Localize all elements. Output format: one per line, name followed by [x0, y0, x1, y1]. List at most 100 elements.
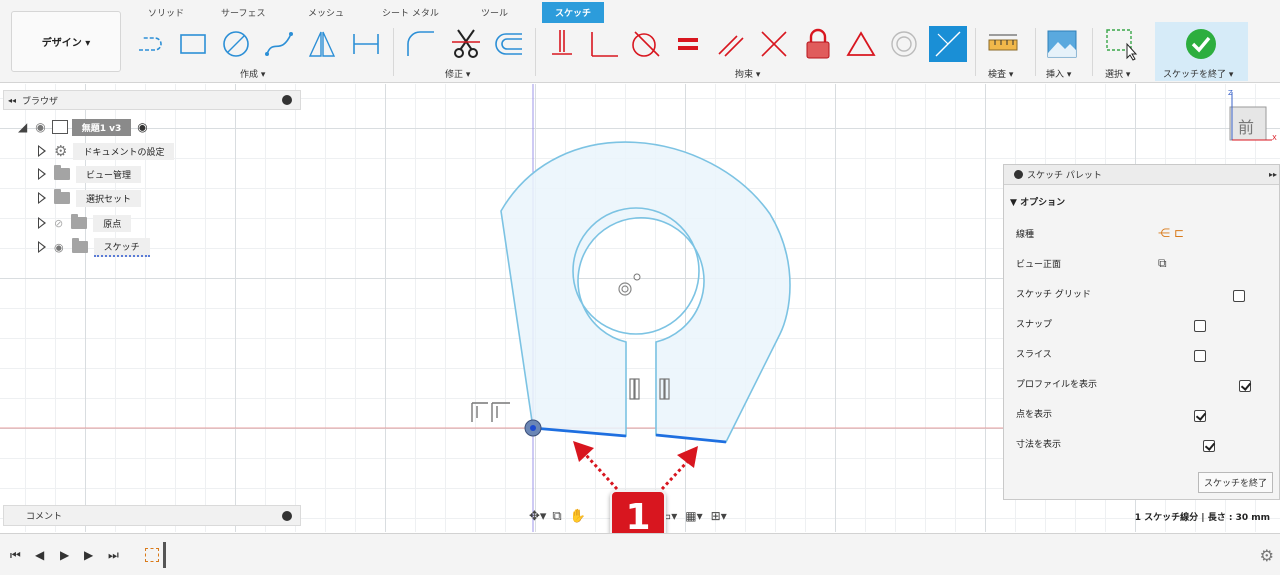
browser-root[interactable]: ◢ ◉ 無題1 v3 ◉: [18, 117, 148, 137]
create-group-label[interactable]: 作成 ▾: [240, 67, 265, 80]
tree-label: ビュー管理: [76, 165, 142, 183]
coincident-constraint-icon[interactable]: [587, 27, 621, 61]
finish-sketch-label[interactable]: スケッチを終了 ▾: [1163, 67, 1233, 80]
fillet-tool-icon[interactable]: [403, 27, 437, 61]
expand-triangle-icon[interactable]: [38, 145, 46, 157]
constraints-group-label[interactable]: 拘束 ▾: [735, 67, 760, 80]
browser-header[interactable]: ◂◂ ブラウザ: [3, 90, 301, 110]
palette-header[interactable]: スケッチ パレット ▸▸: [1004, 165, 1279, 185]
orbit-icon[interactable]: ✥▾: [529, 509, 546, 524]
tab-surface[interactable]: サーフェス: [221, 6, 265, 19]
browser-minimize-icon[interactable]: [282, 95, 292, 105]
linetype-icon[interactable]: ⋲ ⊏: [1158, 226, 1184, 240]
spline-tool-icon[interactable]: [262, 27, 296, 61]
viewcube-z-label: Z: [1228, 89, 1233, 97]
timeline-settings-gear-icon[interactable]: ⚙: [1260, 546, 1274, 565]
comments-bar[interactable]: コメント: [3, 505, 301, 526]
timeline-last-icon[interactable]: ⏭: [108, 548, 119, 563]
select-box-icon[interactable]: [1104, 27, 1138, 61]
browser-item-document-settings[interactable]: ⚙ ドキュメントの設定: [38, 141, 175, 161]
visibility-eye-icon[interactable]: ◉: [54, 241, 64, 254]
insert-group-label[interactable]: 挿入 ▾: [1046, 67, 1071, 80]
row-label: 寸法を表示: [1016, 439, 1062, 450]
look-at-icon[interactable]: ⧉: [552, 509, 561, 524]
browser-item-origin[interactable]: ⊘ 原点: [38, 213, 132, 233]
palette-row-snap: スナップ: [1016, 313, 1266, 333]
expand-triangle-icon[interactable]: [38, 241, 46, 253]
options-section-header[interactable]: ▼ オプション: [1010, 195, 1065, 208]
offset-tool-icon[interactable]: [491, 27, 525, 61]
show-dimensions-checkbox[interactable]: [1203, 440, 1216, 452]
component-icon: [51, 120, 68, 134]
expand-triangle-icon[interactable]: [38, 168, 46, 180]
browser-item-selection-sets[interactable]: 選択セット: [38, 188, 142, 208]
expand-triangle-icon[interactable]: [38, 192, 46, 204]
hidden-eye-icon[interactable]: ⊘: [54, 217, 63, 230]
triangle-constraint-icon[interactable]: [844, 27, 878, 61]
active-radio-icon[interactable]: ◉: [137, 120, 147, 134]
browser-title: ブラウザ: [22, 96, 59, 107]
dimension-tool-icon[interactable]: [349, 27, 383, 61]
separator: [535, 28, 536, 76]
palette-minimize-icon[interactable]: [1014, 170, 1023, 179]
root-label[interactable]: 無題1 v3: [71, 118, 132, 136]
line-tool-icon[interactable]: [134, 27, 168, 61]
collapse-triangle-icon[interactable]: ◢: [18, 120, 27, 134]
pan-hand-icon[interactable]: ✋: [570, 509, 586, 524]
trim-scissors-icon[interactable]: [449, 27, 483, 61]
select-group-label[interactable]: 選択 ▾: [1105, 67, 1130, 80]
visibility-eye-icon[interactable]: ◉: [35, 120, 45, 134]
viewports-icon[interactable]: ⊞▾: [711, 509, 727, 523]
browser-item-sketches[interactable]: ◉ スケッチ: [38, 237, 150, 257]
show-points-checkbox[interactable]: [1194, 410, 1207, 422]
palette-finish-sketch-button[interactable]: スケッチを終了: [1197, 472, 1273, 493]
timeline-play-icon[interactable]: ▶: [60, 548, 69, 562]
measure-ruler-icon[interactable]: [986, 27, 1020, 61]
equal-constraint-icon[interactable]: [671, 27, 705, 61]
workspace-switcher[interactable]: デザイン ▾: [11, 11, 121, 72]
row-label: スライス: [1016, 349, 1052, 360]
mirror-tool-icon[interactable]: [305, 27, 339, 61]
sketch-grid-checkbox[interactable]: [1232, 290, 1245, 302]
finish-sketch-check-icon[interactable]: [1184, 27, 1218, 61]
construction-line-icon[interactable]: [929, 26, 967, 62]
show-profile-checkbox[interactable]: [1239, 380, 1252, 392]
rectangle-tool-icon[interactable]: [176, 27, 210, 61]
folder-icon: [71, 214, 88, 229]
expand-triangle-icon[interactable]: [38, 217, 46, 229]
tab-sketch[interactable]: スケッチ: [542, 2, 605, 23]
snap-checkbox[interactable]: [1194, 320, 1207, 332]
timeline-next-icon[interactable]: ▶: [84, 548, 93, 562]
grid-settings-icon[interactable]: ▦▾: [685, 509, 702, 523]
tab-solid[interactable]: ソリッド: [148, 6, 184, 19]
section-triangle-icon[interactable]: ▼: [1010, 198, 1017, 208]
concentric-constraint-icon[interactable]: [887, 27, 921, 61]
horizontal-vertical-constraint-icon[interactable]: [545, 27, 579, 61]
insert-image-icon[interactable]: [1045, 27, 1079, 61]
folder-icon: [54, 189, 70, 204]
tab-tools[interactable]: ツール: [481, 6, 508, 19]
inspect-group-label[interactable]: 検査 ▾: [988, 67, 1013, 80]
tangent-constraint-icon[interactable]: [628, 27, 662, 61]
timeline-prev-icon[interactable]: ◀: [35, 548, 44, 562]
modify-group-label[interactable]: 修正 ▾: [445, 67, 470, 80]
perpendicular-constraint-icon[interactable]: [757, 27, 791, 61]
annotation-arrows: [573, 441, 698, 491]
look-at-icon[interactable]: ⧉: [1158, 256, 1167, 271]
expand-arrows-icon[interactable]: ▸▸: [1269, 170, 1277, 179]
browser-item-named-views[interactable]: ビュー管理: [38, 164, 142, 184]
timeline-marker[interactable]: [163, 542, 166, 568]
tree-label: ドキュメントの設定: [73, 142, 175, 160]
collapse-icon[interactable]: ◂◂: [8, 96, 16, 105]
ribbon-toolbar: デザイン ▾ ソリッド サーフェス メッシュ シート メタル ツール スケッチ …: [0, 0, 1280, 83]
tab-sheet-metal[interactable]: シート メタル: [382, 6, 439, 19]
comment-add-icon[interactable]: [282, 511, 292, 521]
sketch-feature-icon[interactable]: [145, 548, 159, 562]
viewcube-face-label[interactable]: 前: [1238, 114, 1254, 138]
parallel-constraint-icon[interactable]: [714, 27, 748, 61]
slice-checkbox[interactable]: [1193, 350, 1206, 362]
tab-mesh[interactable]: メッシュ: [308, 6, 344, 19]
timeline-first-icon[interactable]: ⏮: [10, 548, 21, 563]
fix-lock-icon[interactable]: [801, 27, 835, 61]
circle-tool-icon[interactable]: [219, 27, 253, 61]
